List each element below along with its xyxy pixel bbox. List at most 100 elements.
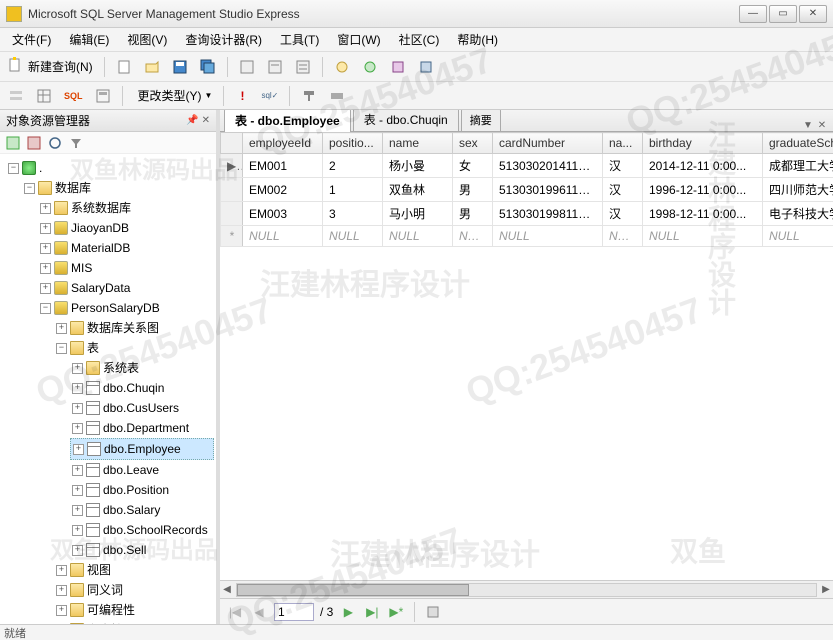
col-cardNumber[interactable]: cardNumber — [493, 133, 603, 154]
tab-close[interactable]: ✕ — [815, 120, 829, 131]
tree-views[interactable]: +视图 — [54, 560, 214, 580]
cell[interactable]: 汉 — [603, 202, 643, 226]
scroll-track[interactable] — [236, 583, 817, 597]
tree-t7[interactable]: +dbo.Salary — [70, 500, 214, 520]
cell[interactable]: 51303019961121... — [493, 178, 603, 202]
object-explorer-tree[interactable]: −. −数据库 +系统数据库 +JiaoyanDB +MaterialDB +M… — [0, 154, 216, 624]
maximize-button[interactable]: ▭ — [769, 5, 797, 23]
new-query-button[interactable]: 新建查询(N) — [4, 56, 97, 78]
tree-t5[interactable]: +dbo.Leave — [70, 460, 214, 480]
tree-person[interactable]: −PersonSalaryDB — [38, 298, 214, 318]
cell[interactable]: NULL — [243, 226, 323, 247]
scroll-thumb[interactable] — [237, 584, 469, 596]
col-school[interactable]: graduateSchool — [763, 133, 833, 154]
tb-btn-7[interactable] — [414, 56, 438, 78]
nav-last[interactable]: ▶| — [363, 603, 381, 621]
tree-t4[interactable]: +dbo.Employee — [70, 438, 214, 460]
col-employeeId[interactable]: employeeId — [243, 133, 323, 154]
tree-databases[interactable]: −数据库 — [22, 178, 214, 198]
tb2-btn-1[interactable] — [4, 85, 28, 107]
minimize-button[interactable]: — — [739, 5, 767, 23]
tb2-btn-7[interactable] — [297, 85, 321, 107]
cell[interactable]: EM001 — [243, 154, 323, 178]
horizontal-scrollbar[interactable]: ◀ ▶ — [220, 580, 833, 598]
save-button[interactable] — [168, 56, 192, 78]
cell[interactable]: 1 — [323, 178, 383, 202]
col-sex[interactable]: sex — [453, 133, 493, 154]
data-grid[interactable]: employeeId positio... name sex cardNumbe… — [220, 132, 833, 580]
menu-view[interactable]: 视图(V) — [119, 29, 175, 50]
cell[interactable]: EM002 — [243, 178, 323, 202]
cell[interactable]: 马小明 — [383, 202, 453, 226]
table-row[interactable]: ▶EM0012杨小曼女51303020141121...汉2014-12-11 … — [221, 154, 833, 178]
tree-diagrams[interactable]: +数据库关系图 — [54, 318, 214, 338]
table-row[interactable]: EM0021双鱼林男51303019961121...汉1996-12-11 0… — [221, 178, 833, 202]
row-selector[interactable] — [221, 178, 243, 202]
row-selector[interactable]: * — [221, 226, 243, 247]
cell[interactable]: 汉 — [603, 178, 643, 202]
scroll-left-icon[interactable]: ◀ — [220, 584, 234, 595]
col-name[interactable]: name — [383, 133, 453, 154]
cell[interactable]: 男 — [453, 178, 493, 202]
tb-btn-4[interactable] — [330, 56, 354, 78]
tab-chuqin[interactable]: 表 - dbo.Chuqin — [353, 110, 459, 131]
tab-dropdown[interactable]: ▼ — [801, 120, 815, 131]
open-button[interactable] — [140, 56, 164, 78]
cell[interactable]: 2 — [323, 154, 383, 178]
cell[interactable]: NULL — [453, 226, 493, 247]
tree-t9[interactable]: +dbo.Sell — [70, 540, 214, 560]
tb2-btn-2[interactable] — [32, 85, 56, 107]
tree-programmability[interactable]: +可编程性 — [54, 600, 214, 620]
tab-summary[interactable]: 摘要 — [461, 110, 501, 131]
new-row[interactable]: *NULLNULLNULLNULLNULLNULLNULLNULLNULL — [221, 226, 833, 247]
connect-button[interactable] — [4, 134, 22, 152]
refresh-button[interactable] — [46, 134, 64, 152]
nav-extra[interactable] — [424, 603, 442, 621]
nav-first[interactable]: |◀ — [226, 603, 244, 621]
tb2-btn-4[interactable] — [91, 85, 115, 107]
cell[interactable]: EM003 — [243, 202, 323, 226]
tree-systables[interactable]: +系统表 — [70, 358, 214, 378]
cell[interactable]: NULL — [323, 226, 383, 247]
cell[interactable]: 51303020141121... — [493, 154, 603, 178]
pin-icon[interactable]: 📌 ✕ — [186, 115, 210, 126]
menu-tools[interactable]: 工具(T) — [272, 29, 327, 50]
tree-t6[interactable]: +dbo.Position — [70, 480, 214, 500]
cell[interactable]: 四川师范大学 — [763, 178, 833, 202]
filter-button[interactable] — [67, 134, 85, 152]
cell[interactable]: 2014-12-11 0:00... — [643, 154, 763, 178]
nav-position-input[interactable] — [274, 603, 314, 621]
saveall-button[interactable] — [196, 56, 220, 78]
cell[interactable]: 电子科技大学 — [763, 202, 833, 226]
tb-btn-6[interactable] — [386, 56, 410, 78]
cell[interactable]: NULL — [643, 226, 763, 247]
cell[interactable]: 1998-12-11 0:00... — [643, 202, 763, 226]
tree-tables[interactable]: −表 — [54, 338, 214, 358]
row-selector[interactable]: ▶ — [221, 154, 243, 178]
cell[interactable]: NULL — [493, 226, 603, 247]
menu-community[interactable]: 社区(C) — [391, 29, 448, 50]
grid-corner[interactable] — [221, 133, 243, 154]
menu-window[interactable]: 窗口(W) — [329, 29, 388, 50]
cell[interactable]: 51303019981121... — [493, 202, 603, 226]
change-type-button[interactable]: 更改类型(Y)▼ — [130, 85, 217, 107]
tab-employee[interactable]: 表 - dbo.Employee — [224, 110, 351, 132]
tree-material[interactable]: +MaterialDB — [38, 238, 214, 258]
tb2-btn-8[interactable] — [325, 85, 349, 107]
cell[interactable]: 女 — [453, 154, 493, 178]
menu-edit[interactable]: 编辑(E) — [61, 29, 117, 50]
close-button[interactable]: ✕ — [799, 5, 827, 23]
cell[interactable]: NULL — [603, 226, 643, 247]
tree-synonyms[interactable]: +同义词 — [54, 580, 214, 600]
menu-help[interactable]: 帮助(H) — [449, 29, 506, 50]
disconnect-button[interactable] — [25, 134, 43, 152]
cell[interactable]: 杨小曼 — [383, 154, 453, 178]
tree-t3[interactable]: +dbo.Department — [70, 418, 214, 438]
cell[interactable]: 成都理工大学 — [763, 154, 833, 178]
row-selector[interactable] — [221, 202, 243, 226]
menu-query[interactable]: 查询设计器(R) — [177, 29, 270, 50]
cell[interactable]: NULL — [763, 226, 833, 247]
tb-btn-2[interactable] — [263, 56, 287, 78]
nav-next[interactable]: ▶ — [339, 603, 357, 621]
nav-new[interactable]: ▶* — [387, 603, 405, 621]
